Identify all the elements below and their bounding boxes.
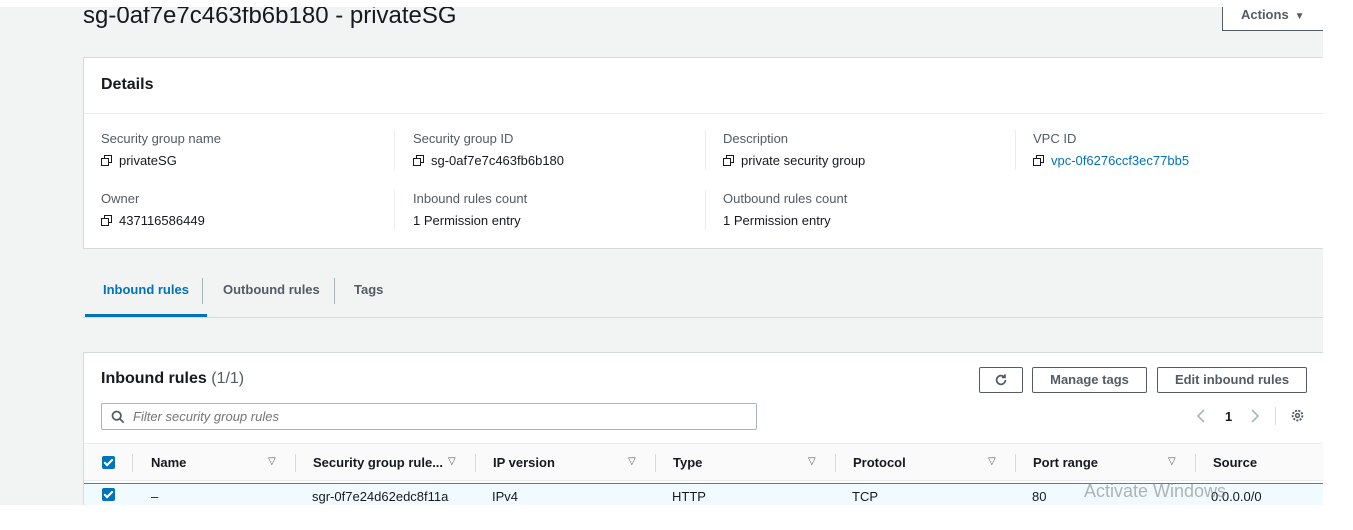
column-divider [394,190,395,230]
copy-icon[interactable] [1033,154,1045,167]
cell-rule-id: sgr-0f7e24d62edc8f11a [312,489,449,504]
vpc-link[interactable]: vpc-0f6276ccf3ec77bb5 [1051,153,1189,168]
column-divider [835,454,836,472]
chevron-left-icon [1196,409,1205,423]
copy-icon[interactable] [101,154,113,167]
tab-bar: Inbound rules Outbound rules Tags [83,270,1323,318]
tab-tags[interactable]: Tags [336,270,401,317]
field-value: 1 Permission entry [413,213,521,228]
field-value: sg-0af7e7c463fb6b180 [431,153,565,168]
field-value: 1 Permission entry [723,213,831,228]
field-security-group-name: Security group name privateSG [101,131,221,168]
field-label: Outbound rules count [723,191,848,206]
inbound-rules-heading: Inbound rules (1/1) [101,370,244,388]
chevron-right-icon [1251,409,1260,423]
refresh-button[interactable] [979,367,1023,393]
column-header-source[interactable]: Source [1213,455,1257,470]
field-value-row: private security group [723,153,865,168]
inbound-rules-title: Inbound rules [101,370,207,387]
field-label: Inbound rules count [413,191,528,206]
field-label: Security group name [101,131,221,146]
field-value: privateSG [119,153,177,168]
column-header-port-range[interactable]: Port range [1033,455,1098,470]
field-value: 437116586449 [119,213,205,228]
sort-caret-icon[interactable]: ▽ [268,456,276,467]
column-header-type[interactable]: Type [673,455,702,470]
manage-tags-button[interactable]: Manage tags [1032,367,1147,393]
filter-search[interactable] [101,403,757,430]
actions-label: Actions [1241,7,1289,22]
field-value-row: vpc-0f6276ccf3ec77bb5 [1033,153,1189,168]
page-canvas: sg-0af7e7c463fb6b180 - privateSG Actions… [0,7,1323,505]
row-checkbox[interactable] [102,488,115,501]
cell-protocol: TCP [852,489,878,504]
field-value-row: 437116586449 [101,213,205,228]
copy-icon[interactable] [101,214,113,227]
field-outbound-rules-count: Outbound rules count 1 Permission entry [723,191,847,228]
field-label: Security group ID [413,131,514,146]
column-divider [295,454,296,472]
column-divider [1015,130,1016,170]
field-label: Description [723,131,789,146]
next-page-button[interactable] [1250,409,1260,426]
field-security-group-id: Security group ID sg-0af7e7c463fb6b180 [413,131,564,168]
field-description: Description private security group [723,131,865,168]
cell-type: HTTP [672,489,706,504]
field-value-row: privateSG [101,153,221,168]
column-divider [475,454,476,472]
select-all-checkbox[interactable] [102,456,115,469]
tab-divider [202,278,203,304]
column-divider [394,130,395,170]
field-value: private security group [741,153,866,168]
cell-name: – [151,489,159,504]
activate-windows-watermark: Activate Windows [1084,481,1227,501]
gear-icon [1291,409,1304,422]
column-divider [705,190,706,230]
cell-port-range: 80 [1032,489,1047,504]
copy-icon[interactable] [413,154,425,167]
sort-caret-icon[interactable]: ▽ [628,456,636,467]
column-header-rule-id[interactable]: Security group rule... [313,455,443,470]
edit-inbound-rules-button[interactable]: Edit inbound rules [1157,367,1307,393]
sort-caret-icon[interactable]: ▽ [448,456,456,467]
caret-down-icon: ▼ [1294,11,1305,22]
refresh-icon [995,374,1007,386]
field-owner: Owner 437116586449 [101,191,205,228]
table-header: Name ▽ Security group rule... ▽ IP versi… [84,443,1323,481]
field-vpc-id: VPC ID vpc-0f6276ccf3ec77bb5 [1033,131,1189,168]
column-header-ip-version[interactable]: IP version [493,455,555,470]
column-divider [655,454,656,472]
column-divider [1195,454,1196,472]
filter-input[interactable] [133,409,733,424]
tab-outbound-rules[interactable]: Outbound rules [205,270,338,317]
details-panel: Details Security group name privateSG Se… [83,57,1323,249]
details-heading: Details [84,58,1323,114]
cell-ip-version: IPv4 [492,489,519,504]
preferences-button[interactable] [1290,408,1305,426]
column-divider [132,454,133,472]
pager-divider [1275,407,1276,425]
field-inbound-rules-count: Inbound rules count 1 Permission entry [413,191,527,228]
page-title: sg-0af7e7c463fb6b180 - privateSG [83,7,457,29]
prev-page-button[interactable] [1196,409,1206,426]
column-divider [1015,454,1016,472]
column-divider [705,130,706,170]
copy-icon[interactable] [723,154,735,167]
field-label: VPC ID [1033,131,1077,146]
column-header-name[interactable]: Name [151,455,186,470]
actions-button[interactable]: Actions ▼ [1222,7,1323,31]
page-number[interactable]: 1 [1225,409,1232,424]
search-icon [111,410,125,423]
tab-inbound-rules[interactable]: Inbound rules [85,270,207,317]
sort-caret-icon[interactable]: ▽ [988,456,996,467]
inbound-rules-count: (1/1) [211,370,245,387]
tab-divider [334,278,335,304]
sort-caret-icon[interactable]: ▽ [808,456,816,467]
column-header-protocol[interactable]: Protocol [853,455,906,470]
sort-caret-icon[interactable]: ▽ [1168,456,1176,467]
field-label: Owner [101,191,140,206]
field-value-row: sg-0af7e7c463fb6b180 [413,153,564,168]
